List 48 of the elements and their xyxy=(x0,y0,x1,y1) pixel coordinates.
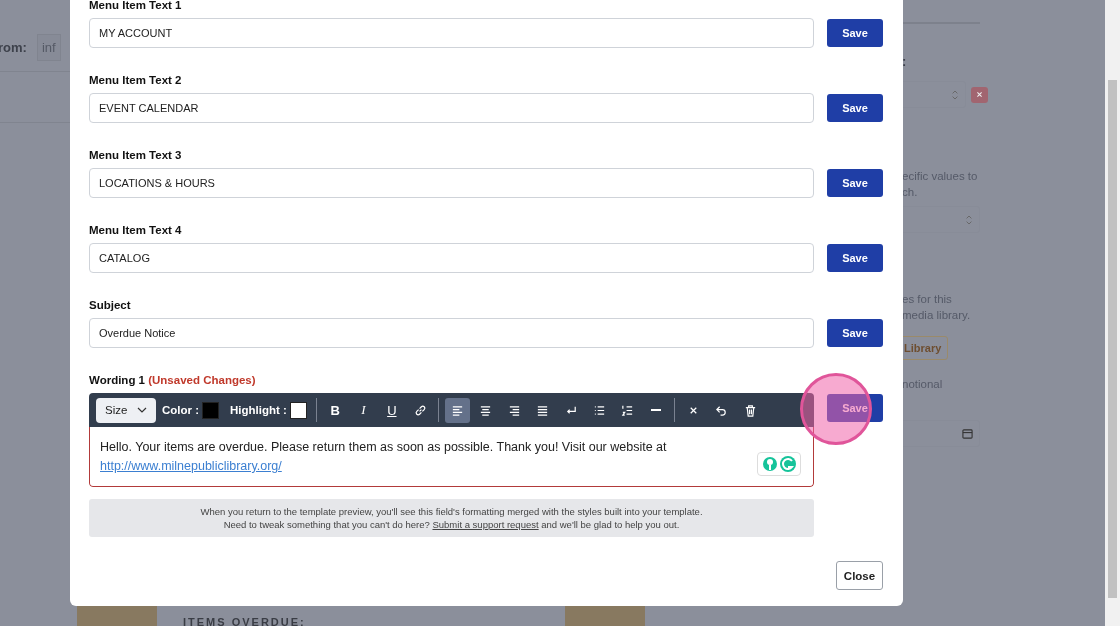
field-label: Menu Item Text 3 xyxy=(89,148,182,162)
link-icon xyxy=(413,403,427,417)
save-button[interactable]: Save xyxy=(827,94,883,122)
text-field[interactable]: CATALOG xyxy=(89,243,814,273)
scrollbar[interactable] xyxy=(1105,0,1120,626)
delete-icon xyxy=(743,403,757,417)
text-field[interactable]: MY ACCOUNT xyxy=(89,18,814,48)
close-icon xyxy=(976,91,983,98)
field-label: Menu Item Text 2 xyxy=(89,73,182,87)
chevron-up-down-icon xyxy=(965,213,973,226)
save-button[interactable]: Save xyxy=(827,169,883,197)
numbered-list-icon xyxy=(621,403,635,417)
align-right-icon xyxy=(507,403,521,417)
field-label: : xyxy=(902,54,907,69)
color-label: Color : xyxy=(162,404,200,416)
align-center-icon xyxy=(479,403,493,417)
close-button[interactable]: Close xyxy=(836,561,883,590)
field-label: Wording 1 (Unsaved Changes) xyxy=(89,373,256,387)
highlight-swatch[interactable] xyxy=(289,401,307,419)
field-label: Menu Item Text 1 xyxy=(89,0,182,12)
support-link[interactable]: Submit a support request xyxy=(432,519,539,530)
calendar-icon xyxy=(962,428,973,439)
underline-button[interactable]: U xyxy=(379,397,405,423)
rule-icon xyxy=(651,409,662,411)
text-field[interactable]: Overdue Notice xyxy=(89,318,814,348)
field-label: Subject xyxy=(89,298,131,312)
website-link[interactable]: http://www.milnepubliclibrary.org/ xyxy=(100,459,282,473)
align-left-icon xyxy=(451,403,465,417)
preview-heading: ITEMS OVERDUE: xyxy=(183,616,306,626)
highlight-label: Highlight : xyxy=(230,404,287,416)
italic-button[interactable]: I xyxy=(350,397,376,423)
bullet-list-icon xyxy=(592,403,606,417)
bold-button[interactable]: B xyxy=(322,397,348,423)
justify-icon xyxy=(536,403,550,417)
field-label: Menu Item Text 4 xyxy=(89,223,182,237)
note-text: Need to tweak something that you can't do here? xyxy=(223,519,430,530)
save-button[interactable]: Save xyxy=(827,319,883,347)
color-swatch[interactable] xyxy=(202,401,220,419)
chevron-down-icon xyxy=(137,407,147,413)
align-left-button[interactable] xyxy=(445,397,471,423)
save-button[interactable]: Save xyxy=(827,244,883,272)
save-button[interactable]: Save xyxy=(827,19,883,47)
text-field[interactable]: LOCATIONS & HOURS xyxy=(89,168,814,198)
note-text: and we'll be glad to help you out. xyxy=(541,519,680,530)
note-text: When you return to the template preview, you'll see this field's formatting merged with the styles built into your template. xyxy=(199,505,704,518)
chevron-up-down-icon xyxy=(951,88,959,101)
text-field[interactable]: EVENT CALENDAR xyxy=(89,93,814,123)
size-dropdown[interactable]: Size xyxy=(96,397,156,423)
